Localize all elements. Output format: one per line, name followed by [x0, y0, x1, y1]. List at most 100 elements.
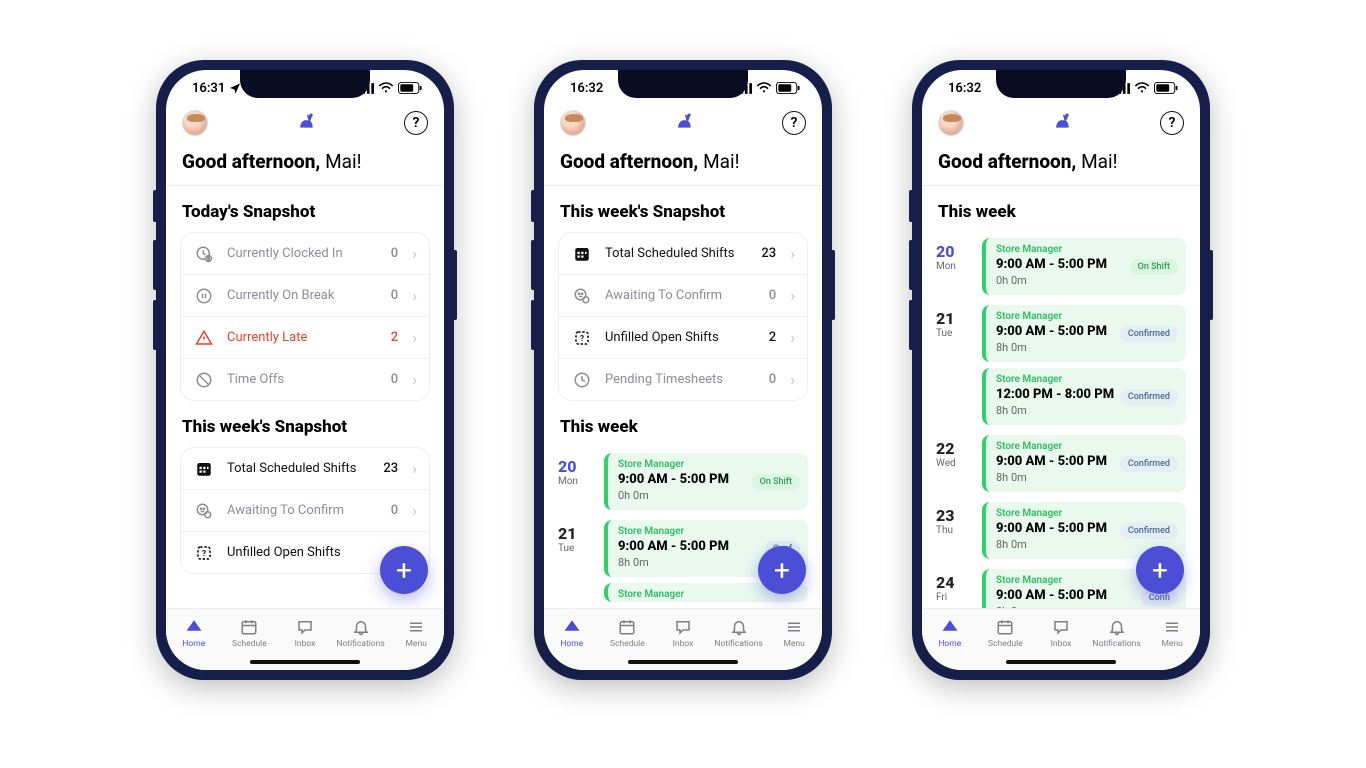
avatar[interactable]: [560, 110, 586, 136]
avatar[interactable]: [182, 110, 208, 136]
snapshot-row-label: Total Scheduled Shifts: [605, 246, 749, 261]
day-name: Thu: [936, 525, 972, 536]
tab-inbox[interactable]: Inbox: [278, 617, 332, 649]
content-area[interactable]: This week's Snapshot Total Scheduled Shi…: [544, 186, 822, 608]
snapshot-row-value: 0: [391, 288, 398, 303]
tab-menu[interactable]: Menu: [767, 617, 821, 649]
shift-duration: 8h 0m: [996, 341, 1178, 354]
snapshot-row-label: Time Offs: [227, 372, 379, 387]
clock-icon: [571, 371, 593, 389]
svg-text:?: ?: [580, 334, 584, 344]
battery-icon: [1154, 82, 1178, 94]
tab-home[interactable]: Home: [167, 617, 221, 649]
tab-home[interactable]: Home: [545, 617, 599, 649]
content-area[interactable]: Today's Snapshot Currently Clocked In0›C…: [166, 186, 444, 608]
tab-inbox[interactable]: Inbox: [1034, 617, 1088, 649]
day-number: 21: [558, 524, 594, 543]
day-number: 21: [936, 309, 972, 328]
home-indicator[interactable]: [628, 660, 738, 664]
day-column: 20Mon: [558, 453, 594, 510]
snapshot-row[interactable]: ?Unfilled Open Shifts2›: [559, 317, 807, 359]
tab-notifications[interactable]: Notifications: [334, 617, 388, 649]
shift-card[interactable]: Store Manager9:00 AM - 5:00 PM0h 0mOn Sh…: [604, 453, 808, 510]
snapshot-row[interactable]: Awaiting To Confirm0›: [181, 490, 429, 532]
day-block: 20MonStore Manager9:00 AM - 5:00 PM0h 0m…: [922, 232, 1200, 299]
add-button[interactable]: +: [380, 546, 428, 594]
battery-icon: [398, 82, 422, 94]
snapshot-row-value: 23: [761, 246, 776, 261]
calendar-icon: [193, 460, 215, 478]
phone-frame-3: 16:32 ? Good afternoon, Mai! This week 2…: [912, 60, 1210, 680]
snapshot-row[interactable]: Currently On Break0›: [181, 275, 429, 317]
ban-icon: [193, 371, 215, 389]
help-button[interactable]: ?: [404, 111, 428, 135]
shift-role: Store Manager: [618, 459, 800, 470]
help-button[interactable]: ?: [1160, 111, 1184, 135]
snapshot-row-label: Total Scheduled Shifts: [227, 461, 371, 476]
snapshot-row[interactable]: Total Scheduled Shifts23›: [181, 448, 429, 490]
home-indicator[interactable]: [1006, 660, 1116, 664]
add-button[interactable]: +: [758, 546, 806, 594]
app-logo-icon: [1052, 111, 1072, 135]
tab-inbox[interactable]: Inbox: [656, 617, 710, 649]
home-indicator[interactable]: [250, 660, 360, 664]
snapshot-row-value: 2: [391, 330, 398, 345]
tab-menu[interactable]: Menu: [1145, 617, 1199, 649]
face-icon: [193, 502, 215, 520]
snapshot-row[interactable]: Awaiting To Confirm0›: [559, 275, 807, 317]
snapshot-row-label: Awaiting To Confirm: [605, 288, 757, 303]
shift-status-badge: Confirmed: [1120, 456, 1178, 472]
day-block: 22Wed Store Manager9:00 AM - 5:00 PM8h 0m…: [922, 429, 1200, 496]
shift-duration: 8h 0m: [996, 404, 1178, 417]
tab-schedule[interactable]: Schedule: [222, 617, 276, 649]
app-logo-icon: [296, 111, 316, 135]
shift-duration: 0h 0m: [618, 489, 800, 502]
chevron-right-icon: ›: [790, 286, 795, 305]
shift-role: Store Manager: [996, 311, 1178, 322]
calendar-icon: [571, 245, 593, 263]
greeting: Good afternoon, Mai!: [166, 144, 444, 186]
tab-menu[interactable]: Menu: [389, 617, 443, 649]
snapshot-row[interactable]: Pending Timesheets0›: [559, 359, 807, 400]
greeting: Good afternoon, Mai!: [922, 144, 1200, 186]
snapshot-row[interactable]: Total Scheduled Shifts23›: [559, 233, 807, 275]
day-number: 20: [936, 242, 972, 261]
day-number: 22: [936, 439, 972, 458]
open-icon: ?: [571, 329, 593, 347]
tab-notifications[interactable]: Notifications: [1090, 617, 1144, 649]
shift-duration: 8h 0m: [996, 471, 1178, 484]
shift-card[interactable]: Store Manager9:00 AM - 5:00 PM0h 0mOn Sh…: [982, 238, 1186, 295]
tab-schedule[interactable]: Schedule: [600, 617, 654, 649]
help-button[interactable]: ?: [782, 111, 806, 135]
snapshot-row-value: 0: [769, 372, 776, 387]
wifi-icon: [1134, 82, 1150, 94]
day-name: Tue: [936, 328, 972, 339]
this-week-title: This week: [922, 186, 1200, 232]
day-name: Wed: [936, 458, 972, 469]
chevron-right-icon: ›: [790, 328, 795, 347]
day-column: 22Wed: [936, 435, 972, 492]
tab-notifications[interactable]: Notifications: [712, 617, 766, 649]
avatar[interactable]: [938, 110, 964, 136]
shift-role: Store Manager: [996, 508, 1178, 519]
chevron-right-icon: ›: [412, 459, 417, 478]
wifi-icon: [378, 82, 394, 94]
phone-frame-2: 16:32 ? Good afternoon, Mai! This week's…: [534, 60, 832, 680]
battery-icon: [776, 82, 800, 94]
week-snapshot-title: This week's Snapshot: [544, 186, 822, 232]
add-button[interactable]: +: [1136, 546, 1184, 594]
tab-schedule[interactable]: Schedule: [978, 617, 1032, 649]
day-column: 21Tue: [936, 305, 972, 425]
tab-home[interactable]: Home: [923, 617, 977, 649]
content-area[interactable]: This week 20MonStore Manager9:00 AM - 5:…: [922, 186, 1200, 608]
chevron-right-icon: ›: [412, 370, 417, 389]
snapshot-row[interactable]: Time Offs0›: [181, 359, 429, 400]
snapshot-row[interactable]: Currently Clocked In0›: [181, 233, 429, 275]
day-name: Mon: [558, 476, 594, 487]
shift-card[interactable]: Store Manager9:00 AM - 5:00 PM8h 0mConfi…: [982, 305, 1186, 362]
snapshot-row[interactable]: Currently Late2›: [181, 317, 429, 359]
wifi-icon: [756, 82, 772, 94]
shift-role: Store Manager: [996, 374, 1178, 385]
shift-card[interactable]: Store Manager9:00 AM - 5:00 PM8h 0mConfi…: [982, 435, 1186, 492]
shift-card[interactable]: Store Manager12:00 PM - 8:00 PM8h 0mConf…: [982, 368, 1186, 425]
